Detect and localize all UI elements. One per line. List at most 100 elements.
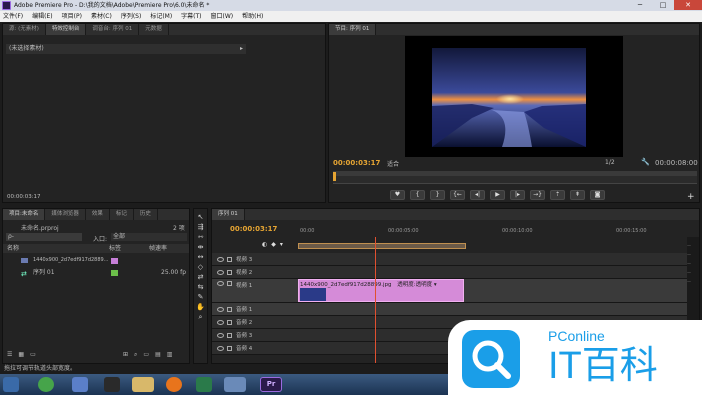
- speaker-icon[interactable]: [217, 332, 224, 338]
- program-playhead[interactable]: [333, 172, 336, 181]
- tab-project[interactable]: 项目:未命名: [3, 209, 46, 220]
- fit-dropdown[interactable]: 适合: [387, 159, 399, 168]
- track-header-audio-1[interactable]: 音频 1: [212, 303, 687, 316]
- tab-markers[interactable]: 标记: [110, 209, 134, 220]
- menu-edit[interactable]: 编辑(E): [32, 11, 52, 22]
- timeline-playhead[interactable]: [375, 237, 376, 363]
- menu-clip[interactable]: 素材(C): [91, 11, 112, 22]
- menu-sequence[interactable]: 序列(S): [121, 11, 142, 22]
- rate-stretch-tool-icon[interactable]: ↔: [198, 253, 204, 261]
- in-dropdown[interactable]: 全部: [111, 233, 187, 241]
- track-select-tool-icon[interactable]: ⇶: [198, 223, 204, 231]
- icon-view-icon[interactable]: ▦: [18, 351, 24, 358]
- go-to-in-button[interactable]: {←: [450, 190, 465, 200]
- maximize-button[interactable]: □: [652, 0, 674, 10]
- tab-source[interactable]: 源: (无素材): [3, 24, 46, 35]
- menu-marker[interactable]: 标记(M): [150, 11, 172, 22]
- window-icon[interactable]: [224, 377, 246, 392]
- lock-icon[interactable]: [227, 281, 232, 286]
- search-input[interactable]: ρ-: [6, 233, 82, 241]
- keyframe-icon[interactable]: ▾: [280, 241, 283, 248]
- menu-help[interactable]: 帮助(H): [242, 11, 263, 22]
- explorer-icon[interactable]: [72, 377, 88, 392]
- eye-icon[interactable]: [217, 281, 224, 286]
- mark-out-button[interactable]: }: [430, 190, 445, 200]
- tab-program[interactable]: 节目: 序列 01: [329, 24, 377, 35]
- zoom-tool-icon[interactable]: ⌕: [199, 313, 203, 322]
- start-button[interactable]: [3, 377, 19, 392]
- menu-project[interactable]: 项目(P): [62, 11, 82, 22]
- timeline-clip[interactable]: 1440x900_2d7edf917d28899.jpg 透明度:透明度 ▾: [298, 279, 464, 302]
- list-item[interactable]: ⇄ 序列 01 25.00 fp: [3, 267, 189, 278]
- rolling-edit-tool-icon[interactable]: ⇹: [198, 243, 204, 251]
- play-button[interactable]: ▶: [490, 190, 505, 200]
- zoom-dropdown[interactable]: 1/2: [605, 159, 615, 166]
- lock-icon[interactable]: [227, 345, 232, 351]
- eye-icon[interactable]: [217, 256, 224, 262]
- export-frame-button[interactable]: ◙: [590, 190, 605, 200]
- firefox-icon[interactable]: [166, 377, 182, 392]
- column-name[interactable]: 名称: [7, 244, 19, 253]
- media-icon[interactable]: [196, 377, 212, 392]
- tab-effects[interactable]: 效果: [86, 209, 110, 220]
- step-back-button[interactable]: ◂|: [470, 190, 485, 200]
- speaker-icon[interactable]: [217, 319, 224, 325]
- razor-tool-icon[interactable]: ◇: [198, 263, 203, 271]
- delete-icon[interactable]: ▥: [167, 351, 173, 359]
- pen-tool-icon[interactable]: ✎: [198, 293, 204, 301]
- lock-icon[interactable]: [227, 256, 232, 262]
- program-ruler[interactable]: [333, 176, 697, 184]
- tab-sequence[interactable]: 序列 01: [212, 209, 245, 220]
- clip-selector[interactable]: (未选择素材) ▸: [6, 44, 246, 54]
- expand-arrow-icon[interactable]: ▸: [240, 44, 243, 54]
- folder-icon[interactable]: [132, 377, 154, 392]
- work-area-bar[interactable]: [298, 243, 466, 249]
- track-header-video-3[interactable]: 视频 3: [212, 253, 687, 266]
- extract-button[interactable]: ⇞: [570, 190, 585, 200]
- speaker-icon[interactable]: [217, 306, 224, 312]
- selection-tool-icon[interactable]: ↖: [198, 213, 204, 221]
- new-bin-icon[interactable]: ▭: [143, 351, 149, 359]
- mark-in-button[interactable]: {: [410, 190, 425, 200]
- lock-icon[interactable]: [227, 269, 232, 275]
- wrench-icon[interactable]: 🔧: [641, 158, 650, 166]
- menu-window[interactable]: 窗口(W): [211, 11, 234, 22]
- marker-icon[interactable]: ◆: [271, 241, 276, 248]
- column-frame-rate[interactable]: 帧速率: [149, 244, 167, 253]
- snap-icon[interactable]: ◐: [262, 241, 267, 248]
- minimize-button[interactable]: ─: [628, 0, 652, 10]
- timeline-timecode[interactable]: 00:00:03:17: [230, 225, 277, 233]
- tab-media-browser[interactable]: 媒体浏览器: [45, 209, 86, 220]
- browser-icon[interactable]: [38, 377, 54, 392]
- program-timecode[interactable]: 00:00:03:17: [333, 159, 380, 167]
- time-ruler[interactable]: 00:00 00:00:05:00 00:00:10:00 00:00:15:0…: [298, 228, 687, 238]
- hand-tool-icon[interactable]: ✋: [196, 303, 205, 311]
- close-button[interactable]: ✕: [674, 0, 702, 10]
- new-item-icon[interactable]: ▤: [155, 351, 161, 359]
- list-item[interactable]: 1440x900_2d7edf917d2889...: [3, 255, 189, 266]
- premiere-taskbar-icon[interactable]: Pr: [260, 377, 282, 392]
- menu-title[interactable]: 字幕(T): [181, 11, 201, 22]
- slide-tool-icon[interactable]: ⇆: [198, 283, 204, 291]
- marker-button[interactable]: ♥: [390, 190, 405, 200]
- lock-icon[interactable]: [227, 306, 232, 312]
- tab-metadata[interactable]: 元数据: [139, 24, 169, 35]
- tab-audio-mixer[interactable]: 调音台: 序列 01: [86, 24, 140, 35]
- speaker-icon[interactable]: [217, 345, 224, 351]
- column-label[interactable]: 标签: [109, 244, 121, 253]
- slip-tool-icon[interactable]: ⇄: [198, 273, 204, 281]
- ripple-edit-tool-icon[interactable]: ⇿: [198, 233, 204, 241]
- go-to-out-button[interactable]: →}: [530, 190, 545, 200]
- tab-effect-controls[interactable]: 特效控制台: [45, 24, 87, 35]
- tab-history[interactable]: 历史: [134, 209, 158, 220]
- eye-icon[interactable]: [217, 269, 224, 275]
- menu-file[interactable]: 文件(F): [3, 11, 23, 22]
- qq-icon[interactable]: [104, 377, 120, 392]
- lock-icon[interactable]: [227, 319, 232, 325]
- step-forward-button[interactable]: |▸: [510, 190, 525, 200]
- lock-icon[interactable]: [227, 332, 232, 338]
- track-header-video-2[interactable]: 视频 2: [212, 266, 687, 279]
- automate-icon[interactable]: ⊞: [123, 351, 128, 359]
- zoom-slider[interactable]: ▭: [30, 351, 36, 358]
- lift-button[interactable]: ⇡: [550, 190, 565, 200]
